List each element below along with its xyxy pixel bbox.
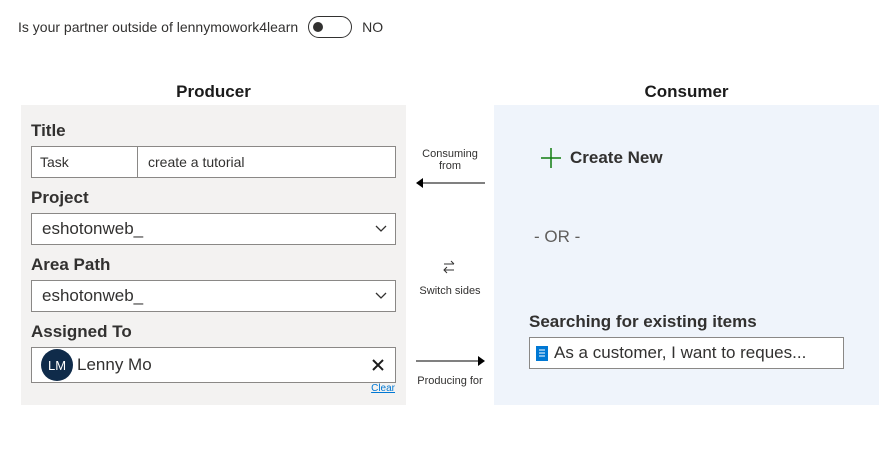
consumer-panel: Create New - OR - Searching for existing… — [494, 105, 879, 405]
partner-toggle-state: NO — [362, 19, 384, 35]
producer-panel: Title Task create a tutorial Project esh… — [21, 105, 406, 405]
search-existing-items-input[interactable]: As a customer, I want to reques... — [529, 337, 844, 369]
area-path-value: eshotonweb_ — [42, 286, 144, 305]
area-path-label: Area Path — [31, 255, 111, 274]
arrow-right-icon — [416, 356, 485, 366]
title-input[interactable]: create a tutorial — [138, 154, 245, 170]
producing-for-label: Producing for — [417, 375, 483, 387]
assignee-name: Lenny Mo — [77, 355, 152, 374]
producer-heading: Producer — [176, 82, 251, 101]
switch-sides-icon[interactable] — [441, 259, 457, 275]
create-new-label: Create New — [570, 148, 663, 167]
chevron-down-icon — [367, 292, 395, 300]
toggle-knob — [313, 22, 324, 32]
title-field: Task create a tutorial — [31, 146, 396, 178]
plus-icon — [541, 148, 561, 168]
search-value: As a customer, I want to reques... — [554, 343, 807, 362]
assigned-to-field[interactable]: LM Lenny Mo — [31, 347, 396, 383]
project-dropdown[interactable]: eshotonweb_ — [31, 213, 396, 245]
arrow-left-icon — [416, 178, 485, 188]
search-label: Searching for existing items — [529, 312, 757, 331]
project-value: eshotonweb_ — [42, 219, 144, 238]
create-new-button[interactable]: Create New — [540, 147, 663, 169]
partner-toggle-row: Is your partner outside of lennymowork4l… — [18, 16, 383, 38]
title-label: Title — [31, 121, 66, 140]
work-item-type-select[interactable]: Task — [32, 147, 138, 177]
switch-sides-label[interactable]: Switch sides — [410, 285, 490, 297]
or-divider: - OR - — [534, 227, 581, 246]
partner-toggle[interactable] — [308, 16, 353, 38]
partner-toggle-label: Is your partner outside of lennymowork4l… — [18, 19, 299, 35]
area-path-dropdown[interactable]: eshotonweb_ — [31, 280, 396, 312]
assigned-to-label: Assigned To — [31, 322, 132, 341]
work-item-icon — [536, 345, 548, 361]
project-label: Project — [31, 188, 89, 207]
clear-link[interactable]: Clear — [371, 383, 395, 394]
avatar: LM — [41, 349, 73, 381]
close-icon[interactable] — [361, 359, 395, 371]
consuming-from-label: Consuming from — [422, 148, 478, 172]
chevron-down-icon — [367, 225, 395, 233]
consumer-heading: Consumer — [644, 82, 729, 101]
